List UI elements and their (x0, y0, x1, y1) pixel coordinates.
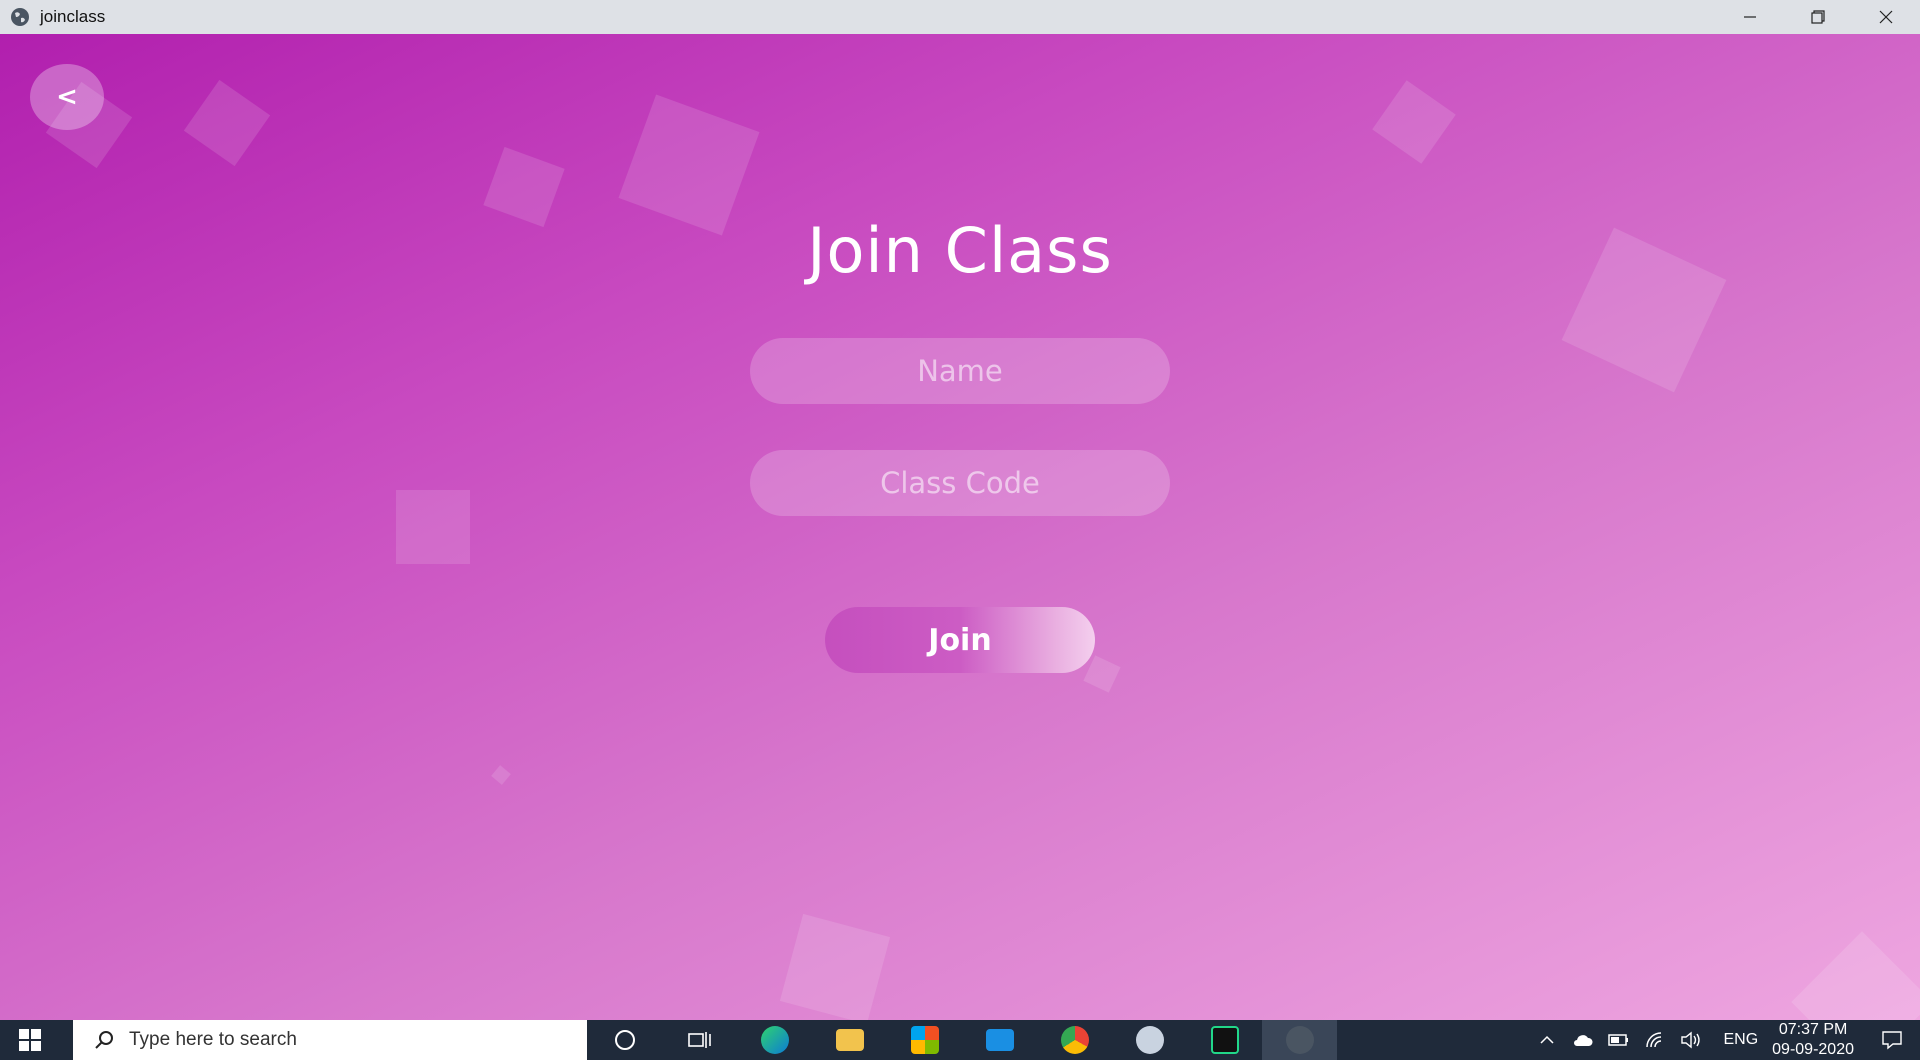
clock-time: 07:37 PM (1778, 1021, 1848, 1038)
chevron-up-icon (1540, 1035, 1555, 1044)
mail-icon (985, 1029, 1014, 1051)
taskbar-search-box[interactable]: Type here to search (73, 1020, 587, 1060)
decorative-square (1083, 655, 1121, 693)
store-button[interactable] (887, 1020, 962, 1060)
minimize-icon (1744, 16, 1756, 18)
mail-button[interactable] (962, 1020, 1037, 1060)
task-view-button[interactable] (662, 1020, 737, 1060)
restore-icon (1811, 10, 1825, 24)
file-explorer-icon (835, 1029, 864, 1051)
pinned-app-button[interactable] (1112, 1020, 1187, 1060)
decorative-square (779, 913, 891, 1020)
minimize-button[interactable] (1716, 0, 1784, 34)
wifi-icon (1646, 1032, 1662, 1048)
pycharm-button[interactable] (1187, 1020, 1262, 1060)
pycharm-icon (1210, 1026, 1239, 1054)
file-explorer-button[interactable] (812, 1020, 887, 1060)
store-icon (910, 1026, 939, 1054)
decorative-square (1372, 80, 1456, 164)
decorative-square (1791, 931, 1920, 1020)
chrome-button[interactable] (1037, 1020, 1112, 1060)
search-placeholder: Type here to search (129, 1029, 297, 1050)
system-tray: ENG 07:37 PM 09-09-2020 (1529, 1020, 1920, 1060)
close-icon (1879, 10, 1893, 24)
language-indicator[interactable]: ENG (1723, 1031, 1758, 1049)
clock[interactable]: 07:37 PM 09-09-2020 (1772, 1020, 1854, 1060)
task-view-icon (687, 1032, 711, 1048)
window-controls (1716, 0, 1920, 34)
decorative-square (491, 765, 511, 785)
search-icon (95, 1031, 113, 1049)
start-button[interactable] (0, 1020, 60, 1060)
cloud-icon (1574, 1035, 1594, 1046)
edge-icon (760, 1026, 789, 1054)
cortana-button[interactable] (587, 1020, 662, 1060)
close-button[interactable] (1852, 0, 1920, 34)
joinclass-app-icon (1285, 1026, 1314, 1054)
edge-button[interactable] (737, 1020, 812, 1060)
title-bar: joinclass (0, 0, 1920, 34)
speaker-icon (1681, 1031, 1701, 1049)
network-button[interactable] (1637, 1031, 1673, 1049)
battery-icon (1608, 1034, 1629, 1046)
join-class-screen: < Join Class Join (0, 34, 1920, 1020)
page-title: Join Class (807, 214, 1113, 287)
battery-button[interactable] (1601, 1033, 1637, 1047)
show-hidden-icons-button[interactable] (1529, 1032, 1565, 1048)
onedrive-button[interactable] (1565, 1032, 1601, 1048)
back-button[interactable]: < (30, 64, 104, 130)
restore-button[interactable] (1784, 0, 1852, 34)
name-input[interactable] (750, 338, 1170, 404)
cortana-icon (614, 1030, 635, 1050)
window-title: joinclass (40, 7, 106, 26)
class-code-input[interactable] (750, 450, 1170, 516)
clock-date: 09-09-2020 (1772, 1041, 1854, 1058)
taskbar: Type here to search ENG 07:37 PM 09-09-2… (0, 1020, 1920, 1060)
notification-icon (1882, 1031, 1902, 1050)
action-center-button[interactable] (1874, 1030, 1910, 1050)
decorative-square (183, 79, 271, 167)
join-button[interactable]: Join (825, 607, 1095, 673)
volume-button[interactable] (1673, 1031, 1709, 1049)
app-icon (1135, 1026, 1164, 1054)
joinclass-taskbar-button[interactable] (1262, 1020, 1337, 1060)
windows-logo-icon (19, 1029, 41, 1051)
chrome-icon (1060, 1026, 1089, 1054)
decorative-square (396, 490, 470, 564)
globe-icon (11, 8, 29, 26)
